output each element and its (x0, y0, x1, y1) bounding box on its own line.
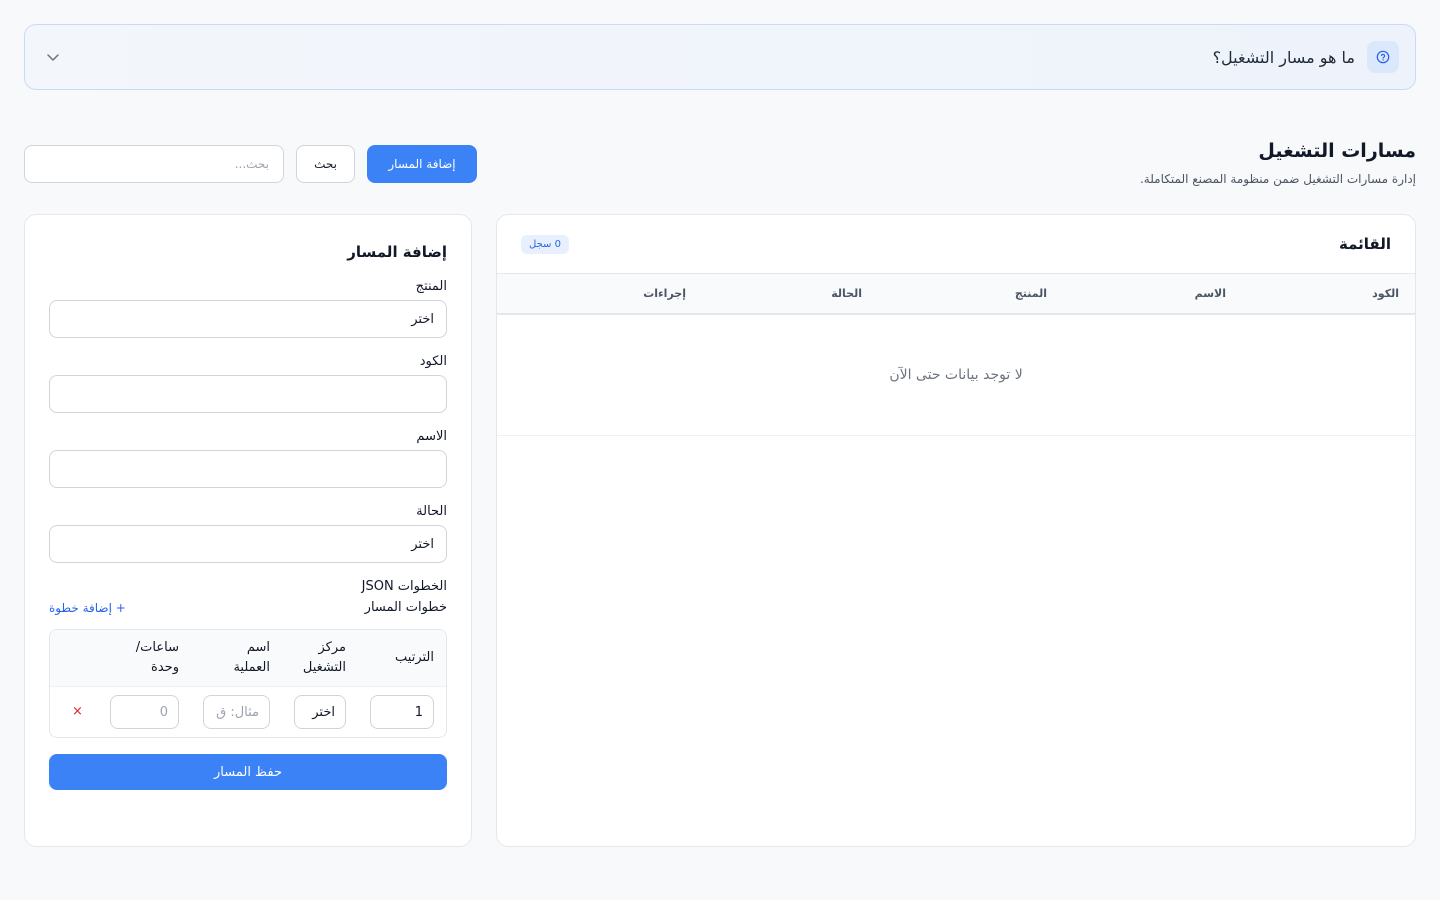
column-header-name: الاسم (1194, 287, 1226, 300)
name-input[interactable] (49, 450, 447, 488)
steps-json-label: الخطوات JSON (361, 579, 447, 594)
page-subtitle: إدارة مسارات التشغيل ضمن منظومة المصنع ا… (1139, 172, 1416, 186)
remove-step-icon[interactable]: × (72, 704, 83, 719)
column-header-product: المنتج (1014, 287, 1047, 300)
info-banner[interactable]: ما هو مسار التشغيل؟ (24, 24, 1416, 90)
status-select[interactable]: اختر (49, 525, 447, 563)
empty-state: لا توجد بيانات حتى الآن (497, 315, 1415, 436)
column-header-status: الحالة (831, 287, 862, 300)
code-input[interactable] (49, 375, 447, 413)
list-header: القائمة 0 سجل (497, 215, 1415, 273)
step-hours-input[interactable]: 0 (110, 695, 179, 729)
steps-table-header: الترتيب مركز التشغيل اسم العملية ساعات/ … (50, 630, 446, 687)
search-button[interactable]: بحث (296, 145, 355, 183)
steps-label: خطوات المسار (364, 600, 447, 615)
list-title: القائمة (1339, 235, 1391, 253)
banner-title: ما هو مسار التشغيل؟ (1212, 47, 1355, 67)
question-circle-icon (1367, 41, 1399, 73)
step-work-center-select[interactable]: اختر (294, 695, 346, 729)
product-select[interactable]: اختر (49, 300, 447, 338)
add-route-form: إضافة المسار المنتج اختر الكود الاسم الح… (24, 214, 472, 847)
product-label: المنتج (415, 279, 447, 294)
step-row: 1 اختر مثال: ق 0 × (50, 687, 446, 737)
name-label: الاسم (416, 429, 447, 444)
add-route-button[interactable]: إضافة المسار (367, 145, 477, 183)
steps-header-work-center: مركز التشغيل (302, 640, 346, 675)
routes-list-card: القائمة 0 سجل الكود الاسم المنتج الحالة … (496, 214, 1416, 847)
column-header-code: الكود (1372, 287, 1399, 300)
table-header: الكود الاسم المنتج الحالة إجراءات (497, 273, 1415, 315)
chevron-down-icon[interactable] (43, 47, 63, 67)
record-count-badge: 0 سجل (521, 234, 569, 254)
step-order-input[interactable]: 1 (370, 695, 434, 729)
page-title: مسارات التشغيل (1258, 140, 1416, 162)
form-title: إضافة المسار (347, 243, 447, 261)
steps-table: الترتيب مركز التشغيل اسم العملية ساعات/ … (49, 629, 447, 738)
steps-label-row: خطوات المسار + إضافة خطوة (49, 600, 447, 615)
save-route-button[interactable]: حفظ المسار (49, 754, 447, 790)
code-label: الكود (419, 354, 447, 369)
page: ما هو مسار التشغيل؟ مسارات التشغيل إدارة… (0, 0, 1440, 900)
status-label: الحالة (416, 504, 447, 519)
steps-header-order: الترتيب (395, 650, 434, 665)
search-input[interactable] (24, 145, 284, 183)
banner-heading: ما هو مسار التشغيل؟ (1213, 41, 1399, 73)
column-header-actions: إجراءات (643, 287, 686, 300)
step-operation-input[interactable]: مثال: ق (203, 695, 270, 729)
steps-header-hours: ساعات/ وحدة (135, 640, 179, 675)
steps-header-operation: اسم العملية (233, 640, 270, 675)
add-step-link[interactable]: + إضافة خطوة (49, 601, 126, 615)
toolbar: إضافة المسار بحث (24, 145, 477, 183)
